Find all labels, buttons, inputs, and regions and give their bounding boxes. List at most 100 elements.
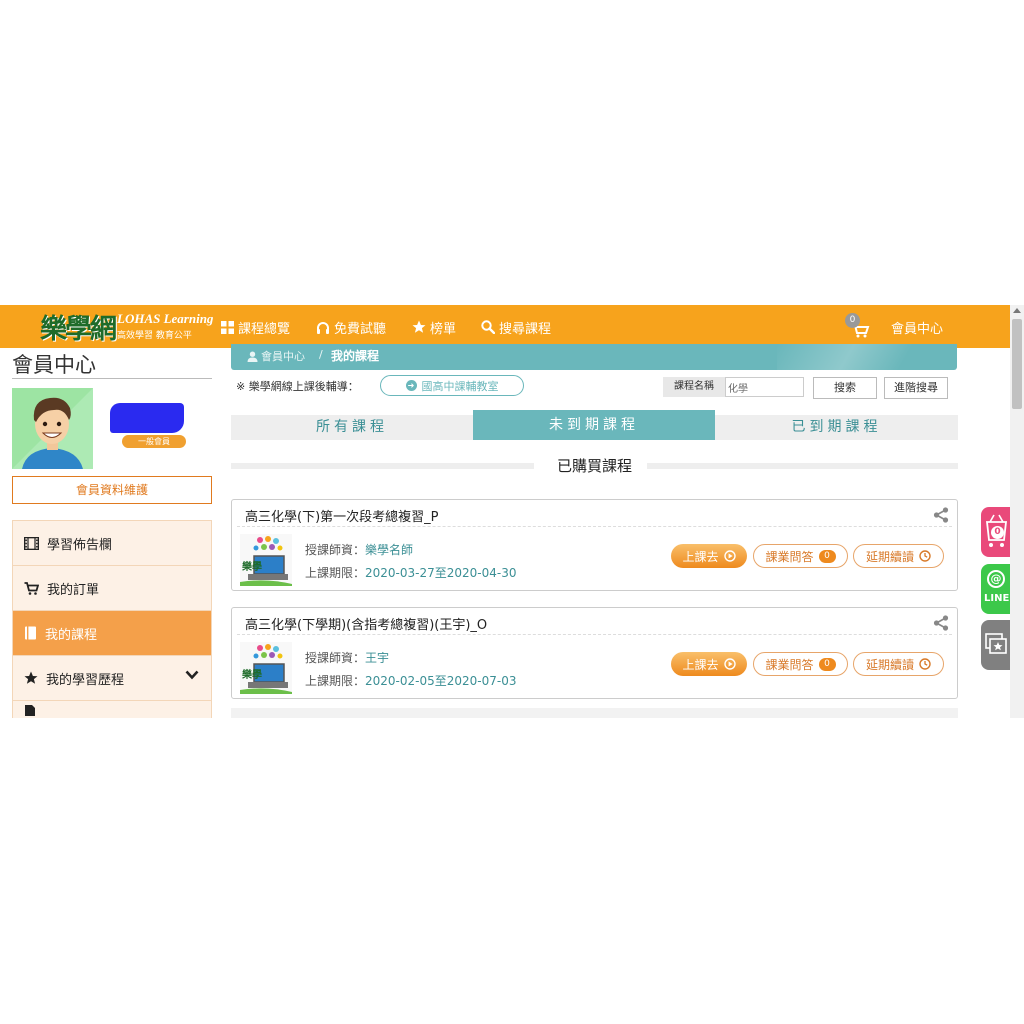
tutoring-notice: ※ 樂學網線上課後輔導： — [236, 380, 359, 393]
scrollbar-thumb[interactable] — [1012, 319, 1022, 409]
sidebar-item-my-courses[interactable]: 我的課程 — [13, 611, 211, 656]
course-period: 2020-02-05至2020-07-03 — [365, 674, 517, 688]
course-period-row: 上課期限：2020-03-27至2020-04-30 — [305, 564, 517, 581]
search-icon — [481, 320, 495, 334]
course-teacher-row: 授課師資：樂學名師 — [305, 541, 413, 558]
document-icon — [25, 705, 35, 716]
scroll-up-arrow[interactable] — [1013, 308, 1021, 313]
course-thumbnail[interactable]: 樂學 — [240, 534, 292, 586]
breadcrumb-home-label: 會員中心 — [261, 350, 305, 363]
course-card: 高三化學(下)第一次段考總複習_P 樂學 授課師資：樂學名師 上課期限：2020… — [231, 499, 958, 591]
breadcrumb: 會員中心 / 我的課程 — [231, 344, 957, 370]
chevron-down-icon[interactable] — [185, 670, 199, 680]
course-qa-label: 課業問答 — [765, 549, 814, 564]
qa-count-badge: 0 — [818, 657, 836, 671]
nav-free-trial[interactable]: 免費試聽 — [316, 317, 386, 337]
share-icon[interactable] — [933, 615, 949, 631]
play-circle-icon — [723, 550, 736, 562]
member-level-badge: 一般會員 — [122, 435, 186, 448]
nav-ranking[interactable]: 榜單 — [412, 317, 456, 337]
sidebar-title-divider — [12, 378, 212, 379]
logo-english: LOHAS Learning — [117, 311, 214, 326]
tab-active-courses[interactable]: 未到期課程 — [473, 410, 715, 440]
extend-course-button[interactable]: 延期續讀 — [853, 544, 944, 568]
avatar-illustration — [12, 388, 93, 469]
course-period-row: 上課期限：2020-02-05至2020-07-03 — [305, 672, 517, 689]
vertical-scrollbar[interactable] — [1010, 305, 1024, 718]
cart-count-badge: 0 — [845, 313, 860, 328]
star-icon — [24, 671, 38, 684]
nav-search-course[interactable]: 搜尋課程 — [481, 317, 551, 337]
course-teacher-row: 授課師資：王宇 — [305, 649, 389, 666]
extend-course-label: 延期續讀 — [865, 657, 914, 672]
tab-expired-courses[interactable]: 已到期課程 — [715, 415, 958, 440]
browser-viewport: 樂學網 LOHAS Learning 高效學習 教育公平 課程總覽 免費試聽 榜… — [0, 305, 1024, 718]
clock-icon — [919, 658, 931, 670]
teacher-name[interactable]: 王宇 — [365, 651, 389, 665]
sidebar-item-learning-history[interactable]: 我的學習歷程 — [13, 656, 211, 701]
svg-text:樂學: 樂學 — [242, 668, 262, 681]
nav-search-course-label: 搜尋課程 — [499, 321, 552, 337]
go-to-class-label: 上課去 — [682, 549, 719, 564]
sidebar-item-bulletin[interactable]: 學習佈告欄 — [13, 521, 211, 566]
headphones-icon — [317, 321, 329, 334]
course-card: 高三化學(下學期)(含指考總複習)(王宇)_O 樂學 授課師資：王宇 上課期限：… — [231, 607, 958, 699]
nav-member-center[interactable]: 會員中心 — [891, 318, 943, 337]
course-title[interactable]: 高三化學(下)第一次段考總複習_P — [245, 506, 438, 525]
sidebar-item-orders[interactable]: 我的訂單 — [13, 566, 211, 611]
course-name-label: 課程名稱 — [663, 377, 725, 397]
at-sign-icon: @ — [987, 570, 1005, 588]
course-search-input[interactable] — [725, 377, 804, 397]
line-contact-button[interactable]: @ LINE — [981, 564, 1010, 614]
share-icon[interactable] — [933, 507, 949, 523]
search-button[interactable]: 搜索 — [813, 377, 877, 399]
logo-mark: 樂學網 — [40, 314, 117, 345]
cart-icon — [24, 581, 39, 595]
breadcrumb-current: 我的課程 — [331, 349, 380, 363]
period-label: 上課期限： — [305, 674, 366, 688]
header-cart-button[interactable]: 0 — [845, 313, 871, 339]
course-title[interactable]: 高三化學(下學期)(含指考總複習)(王宇)_O — [245, 614, 487, 633]
course-period: 2020-03-27至2020-04-30 — [365, 566, 517, 580]
floating-cart-button[interactable]: 0 — [981, 507, 1010, 557]
nav-course-overview[interactable]: 課程總覽 — [221, 317, 290, 337]
go-to-class-button[interactable]: 上課去 — [671, 652, 747, 676]
next-card-partial — [231, 708, 958, 718]
nav-ranking-label: 榜單 — [430, 321, 457, 337]
purchased-courses-heading: 已購買課程 — [231, 455, 958, 475]
teacher-name[interactable]: 樂學名師 — [365, 543, 413, 557]
user-icon — [247, 351, 258, 362]
extend-course-button[interactable]: 延期續讀 — [853, 652, 944, 676]
teacher-label: 授課師資： — [305, 543, 366, 557]
top-nav-bar: 樂學網 LOHAS Learning 高效學習 教育公平 課程總覽 免費試聽 榜… — [0, 305, 1010, 348]
sidebar-item-partial — [13, 701, 211, 718]
site-logo[interactable]: 樂學網 LOHAS Learning 高效學習 教育公平 — [40, 307, 214, 345]
go-to-class-label: 上課去 — [682, 657, 719, 672]
nav-course-overview-label: 課程總覽 — [238, 321, 291, 337]
teacher-label: 授課師資： — [305, 651, 366, 665]
breadcrumb-home[interactable]: 會員中心 — [247, 348, 305, 364]
tab-all-courses[interactable]: 所有課程 — [231, 415, 473, 440]
play-circle-icon — [723, 658, 736, 670]
course-thumbnail-art: 樂學 — [240, 642, 292, 694]
sidebar-title: 會員中心 — [12, 353, 96, 377]
advanced-search-button[interactable]: 進階搜尋 — [884, 377, 948, 399]
tutoring-classroom-button[interactable]: ➜ 國高中課輔教室 — [380, 375, 524, 396]
user-name-redacted: █████ — [110, 403, 184, 433]
course-qa-button[interactable]: 課業問答 0 — [753, 652, 848, 676]
course-thumbnail[interactable]: 樂學 — [240, 642, 292, 694]
go-to-class-button[interactable]: 上課去 — [671, 544, 747, 568]
clock-icon — [919, 550, 931, 562]
nav-free-trial-label: 免費試聽 — [334, 321, 387, 337]
favorites-button[interactable] — [981, 620, 1010, 670]
profile-maintenance-button[interactable]: 會員資料維護 — [12, 476, 212, 504]
avatar — [12, 388, 93, 469]
sidebar-item-bulletin-label: 學習佈告欄 — [47, 537, 113, 553]
floating-cart-count: 0 — [991, 526, 1004, 539]
sidebar-menu: 學習佈告欄 我的訂單 我的課程 我的學習歷程 — [12, 520, 212, 718]
arrow-right-circle-icon: ➜ — [405, 380, 417, 391]
film-icon — [24, 536, 39, 550]
sidebar-item-learning-history-label: 我的學習歷程 — [46, 672, 125, 688]
period-label: 上課期限： — [305, 566, 366, 580]
course-qa-button[interactable]: 課業問答 0 — [753, 544, 848, 568]
